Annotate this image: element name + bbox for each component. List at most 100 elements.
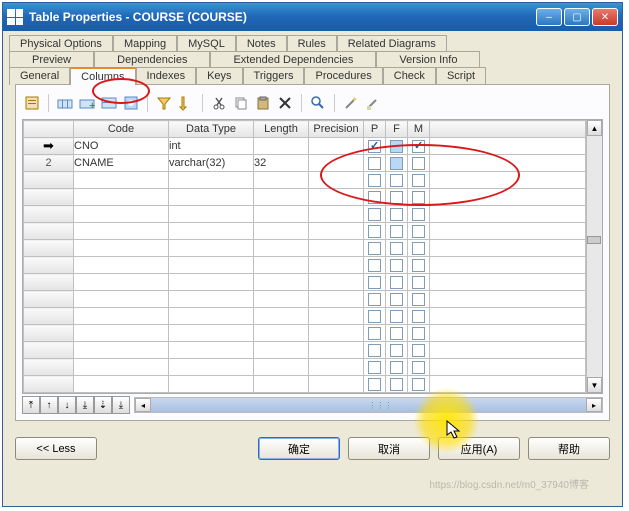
grid-settings-icon[interactable]: [121, 93, 141, 113]
table-row-empty[interactable]: [24, 206, 586, 223]
scroll-right-icon[interactable]: ▸: [586, 398, 602, 412]
delete-icon[interactable]: [275, 93, 295, 113]
checkbox-m[interactable]: [412, 361, 425, 374]
header-datatype[interactable]: Data Type: [169, 121, 254, 138]
header-code[interactable]: Code: [74, 121, 169, 138]
checkbox-m[interactable]: [412, 242, 425, 255]
checkbox-p[interactable]: [368, 310, 381, 323]
table-row-empty[interactable]: [24, 223, 586, 240]
checkbox-m[interactable]: [412, 208, 425, 221]
table-row-empty[interactable]: [24, 172, 586, 189]
checkbox-f[interactable]: [390, 276, 403, 289]
table-row-empty[interactable]: [24, 376, 586, 393]
checkbox-m[interactable]: [412, 225, 425, 238]
header-f[interactable]: F: [386, 121, 408, 138]
scroll-thumb[interactable]: [587, 236, 601, 244]
header-p[interactable]: P: [364, 121, 386, 138]
tab-procedures[interactable]: Procedures: [304, 67, 382, 85]
checkbox-p[interactable]: [368, 344, 381, 357]
cell-code[interactable]: CNO: [74, 138, 169, 155]
table-row-empty[interactable]: [24, 240, 586, 257]
checkbox-m[interactable]: [412, 378, 425, 391]
insert-row-icon[interactable]: [55, 93, 75, 113]
cell-datatype[interactable]: int: [169, 138, 254, 155]
checkbox-p[interactable]: [368, 327, 381, 340]
checkbox-m[interactable]: [412, 327, 425, 340]
tab-general[interactable]: General: [9, 67, 70, 85]
checkbox-p[interactable]: [368, 259, 381, 272]
checkbox-m[interactable]: [412, 344, 425, 357]
checkbox-f[interactable]: [390, 157, 403, 170]
checkbox-m[interactable]: [412, 293, 425, 306]
cell-precision[interactable]: [309, 138, 364, 155]
checkbox-p[interactable]: [368, 293, 381, 306]
table-row-empty[interactable]: [24, 325, 586, 342]
header-length[interactable]: Length: [254, 121, 309, 138]
wand-all-icon[interactable]: [363, 93, 383, 113]
checkbox-f[interactable]: [390, 174, 403, 187]
checkbox-f[interactable]: [390, 361, 403, 374]
checkbox-f[interactable]: [390, 191, 403, 204]
tab-indexes[interactable]: Indexes: [136, 67, 197, 85]
cut-icon[interactable]: [209, 93, 229, 113]
checkbox-m[interactable]: [412, 276, 425, 289]
tab-dependencies[interactable]: Dependencies: [94, 51, 210, 68]
table-row-empty[interactable]: [24, 291, 586, 308]
cell-datatype[interactable]: varchar(32): [169, 155, 254, 172]
header-m[interactable]: M: [408, 121, 430, 138]
apply-button[interactable]: 应用(A): [438, 437, 520, 460]
checkbox-f[interactable]: [390, 327, 403, 340]
cell-length[interactable]: 32: [254, 155, 309, 172]
tab-rules[interactable]: Rules: [287, 35, 337, 52]
checkbox-f[interactable]: [390, 208, 403, 221]
tab-columns[interactable]: Columns: [70, 67, 135, 85]
table-row[interactable]: ➡ CNO int: [24, 138, 586, 155]
checkbox-p[interactable]: [368, 242, 381, 255]
move-bottom-icon[interactable]: ⤓: [76, 396, 94, 414]
table-row-empty[interactable]: [24, 342, 586, 359]
tab-extended-dependencies[interactable]: Extended Dependencies: [210, 51, 376, 68]
filter-icon[interactable]: [154, 93, 174, 113]
maximize-button[interactable]: ▢: [564, 8, 590, 26]
tab-preview[interactable]: Preview: [9, 51, 94, 68]
tab-script[interactable]: Script: [436, 67, 486, 85]
find-icon[interactable]: [308, 93, 328, 113]
table-row-empty[interactable]: [24, 257, 586, 274]
tab-notes[interactable]: Notes: [236, 35, 287, 52]
tab-version-info[interactable]: Version Info: [376, 51, 480, 68]
checkbox-p[interactable]: [368, 140, 381, 153]
checkbox-m[interactable]: [412, 191, 425, 204]
copy-icon[interactable]: [231, 93, 251, 113]
tab-keys[interactable]: Keys: [196, 67, 242, 85]
columns-grid[interactable]: Code Data Type Length Precision P F M ➡ …: [23, 120, 586, 393]
checkbox-p[interactable]: [368, 208, 381, 221]
checkbox-p[interactable]: [368, 157, 381, 170]
move-up-icon[interactable]: ↑: [40, 396, 58, 414]
header-rownum[interactable]: [24, 121, 74, 138]
checkbox-f[interactable]: [390, 225, 403, 238]
move-down-icon[interactable]: ↓: [58, 396, 76, 414]
row-number[interactable]: 2: [24, 155, 74, 172]
move-down-stop-icon[interactable]: ⇣: [94, 396, 112, 414]
move-top-icon[interactable]: ⤒: [22, 396, 40, 414]
checkbox-m[interactable]: [412, 259, 425, 272]
ok-button[interactable]: 确定: [258, 437, 340, 460]
checkbox-p[interactable]: [368, 361, 381, 374]
checkbox-f[interactable]: [390, 242, 403, 255]
sort-icon[interactable]: [176, 93, 196, 113]
table-row[interactable]: 2 CNAME varchar(32) 32: [24, 155, 586, 172]
table-row-empty[interactable]: [24, 308, 586, 325]
add-row-icon[interactable]: +: [77, 93, 97, 113]
cell-code[interactable]: CNAME: [74, 155, 169, 172]
checkbox-p[interactable]: [368, 174, 381, 187]
checkbox-f[interactable]: [390, 259, 403, 272]
tab-physical-options[interactable]: Physical Options: [9, 35, 113, 52]
checkbox-m[interactable]: [412, 140, 425, 153]
tab-related-diagrams[interactable]: Related Diagrams: [337, 35, 447, 52]
cell-length[interactable]: [254, 138, 309, 155]
checkbox-p[interactable]: [368, 378, 381, 391]
tab-mapping[interactable]: Mapping: [113, 35, 177, 52]
table-row-empty[interactable]: [24, 274, 586, 291]
add-rows-icon[interactable]: [99, 93, 119, 113]
tab-mysql[interactable]: MySQL: [177, 35, 236, 52]
